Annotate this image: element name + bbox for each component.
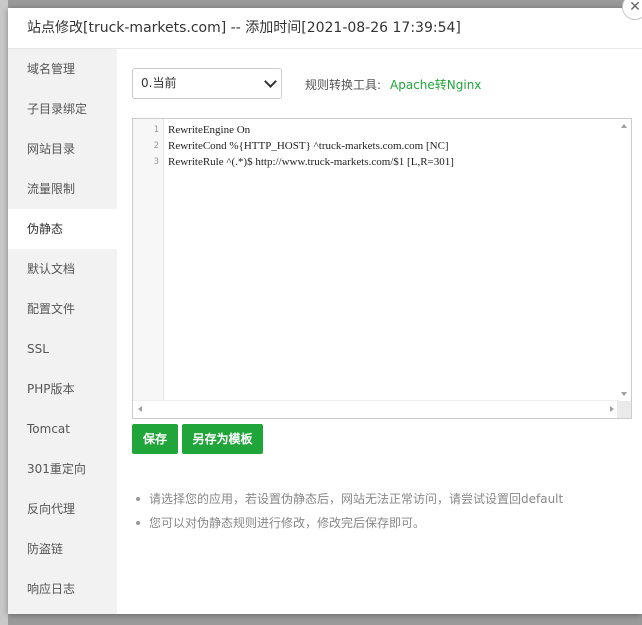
line-number-gutter: 1 2 3 — [133, 119, 164, 401]
editor-horizontal-scrollbar[interactable] — [133, 400, 619, 418]
settings-sidebar: 域名管理 子目录绑定 网站目录 流量限制 伪静态 默认文档 配置文件 SSL P… — [8, 49, 117, 614]
sidebar-item-default-document[interactable]: 默认文档 — [8, 249, 117, 289]
rewrite-code-editor[interactable]: 1 2 3 RewriteEngine On RewriteCond %{HTT… — [132, 118, 632, 419]
code-line: RewriteCond %{HTTP_HOST} ^truck-markets.… — [168, 140, 449, 152]
dialog-titlebar: 站点修改[truck-markets.com] -- 添加时间[2021-08-… — [8, 8, 642, 49]
sidebar-item-reverse-proxy[interactable]: 反向代理 — [8, 489, 117, 529]
version-select-value: 0.当前 — [141, 76, 177, 90]
sidebar-item-config-file[interactable]: 配置文件 — [8, 289, 117, 329]
line-number: 1 — [153, 125, 159, 135]
sidebar-item-domain[interactable]: 域名管理 — [8, 49, 117, 89]
tip-text: 请选择您的应用，若设置伪静态后，网站无法正常访问，请尝试设置回default — [149, 492, 564, 506]
site-settings-dialog: 站点修改[truck-markets.com] -- 添加时间[2021-08-… — [8, 0, 642, 614]
sidebar-item-tomcat[interactable]: Tomcat — [8, 409, 117, 449]
apache-to-nginx-link[interactable]: Apache转Nginx — [390, 76, 481, 93]
save-as-template-button[interactable]: 另存为模板 — [182, 424, 263, 454]
scroll-left-icon[interactable] — [138, 406, 142, 412]
line-number: 2 — [153, 141, 159, 151]
sidebar-item-php-version[interactable]: PHP版本 — [8, 369, 117, 409]
tips-list: 请选择您的应用，若设置伪静态后，网站无法正常访问，请尝试设置回default 您… — [132, 487, 563, 535]
bullet-icon — [136, 521, 140, 525]
dialog-title: 站点修改[truck-markets.com] -- 添加时间[2021-08-… — [27, 20, 461, 36]
scroll-up-icon[interactable] — [621, 124, 627, 128]
save-button[interactable]: 保存 — [132, 424, 178, 454]
list-item: 您可以对伪静态规则进行修改，修改完后保存即可。 — [132, 511, 563, 535]
converter-tool-label: 规则转换工具: — [305, 78, 382, 92]
code-line: RewriteRule ^(.*)$ http://www.truck-mark… — [168, 156, 454, 168]
scroll-right-icon[interactable] — [610, 406, 614, 412]
editor-vertical-scrollbar[interactable] — [617, 119, 631, 401]
scrollbar-corner — [617, 401, 631, 418]
tip-text: 您可以对伪静态规则进行修改，修改完后保存即可。 — [149, 516, 426, 530]
sidebar-item-subdir-binding[interactable]: 子目录绑定 — [8, 89, 117, 129]
sidebar-item-hotlink-protection[interactable]: 防盗链 — [8, 529, 117, 569]
chevron-down-icon — [264, 75, 277, 88]
line-number: 3 — [153, 157, 159, 167]
sidebar-item-301-redirect[interactable]: 301重定向 — [8, 449, 117, 489]
code-line: RewriteEngine On — [168, 124, 251, 136]
sidebar-item-traffic-limit[interactable]: 流量限制 — [8, 169, 117, 209]
sidebar-item-response-log[interactable]: 响应日志 — [8, 569, 117, 609]
sidebar-item-ssl[interactable]: SSL — [8, 329, 117, 369]
list-item: 请选择您的应用，若设置伪静态后，网站无法正常访问，请尝试设置回default — [132, 487, 563, 511]
sidebar-item-rewrite[interactable]: 伪静态 — [8, 209, 117, 249]
version-select[interactable]: 0.当前 — [132, 68, 282, 99]
sidebar-item-site-directory[interactable]: 网站目录 — [8, 129, 117, 169]
bullet-icon — [136, 497, 140, 501]
scroll-down-icon[interactable] — [621, 392, 627, 396]
backdrop-left-strip — [0, 0, 8, 625]
rewrite-panel: 0.当前 规则转换工具: Apache转Nginx 1 2 3 RewriteE… — [117, 49, 642, 614]
